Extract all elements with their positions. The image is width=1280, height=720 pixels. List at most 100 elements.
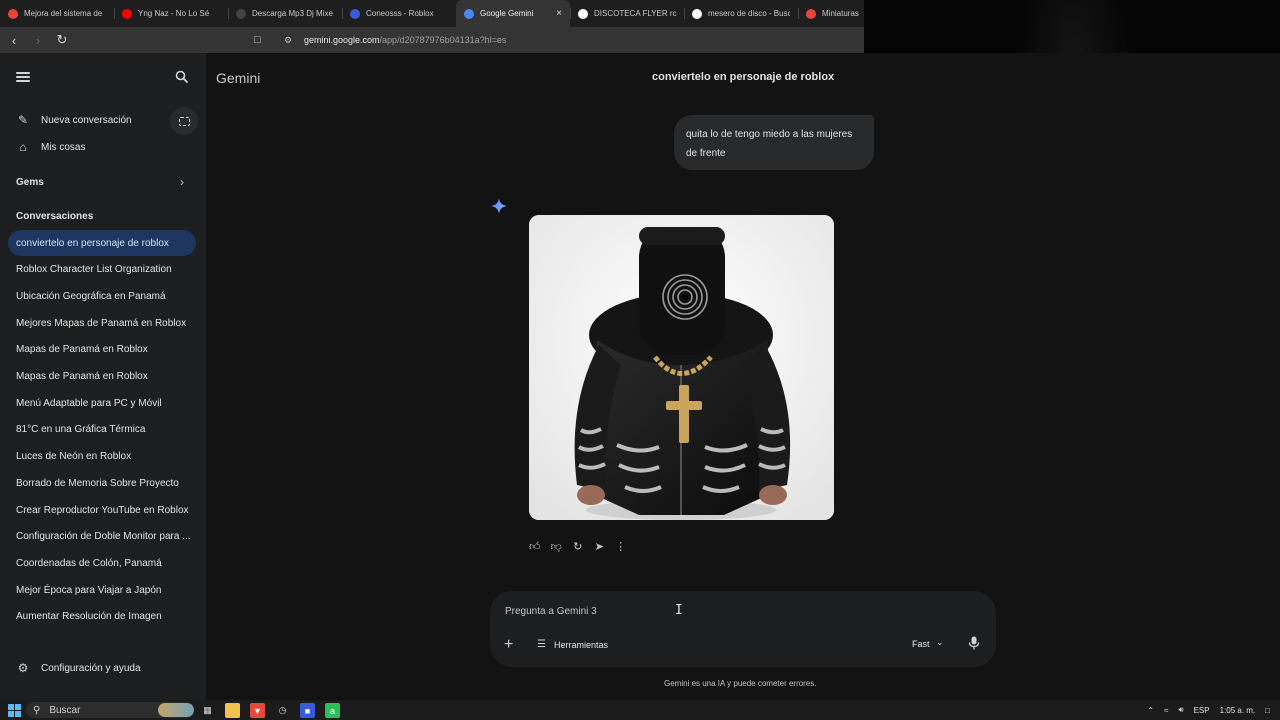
- my-stuff-button[interactable]: ⌂ Mis cosas: [8, 134, 196, 160]
- conversation-title: Luces de Neón en Roblox: [16, 451, 132, 463]
- tools-label: Herramientas: [554, 639, 609, 650]
- settings-label: Configuración y ayuda: [41, 662, 141, 674]
- conversation-item[interactable]: Mejores Mapas de Panamá en Roblox: [8, 310, 196, 336]
- browser-tab[interactable]: mesero de disco - Busc: [684, 0, 798, 27]
- conversation-item[interactable]: Menú Adaptable para PC y Móvil: [8, 390, 196, 416]
- conversation-title: 81°C en una Gráfica Térmica: [16, 424, 146, 436]
- add-attachment-button[interactable]: +: [504, 636, 513, 654]
- conversation-item[interactable]: Mapas de Panamá en Roblox: [8, 364, 196, 390]
- taskbar-search-label: Buscar: [49, 704, 81, 716]
- google-icon: [578, 8, 588, 19]
- prompt-composer[interactable]: Pregunta a Gemini 3 I + ☰ Herramientas F…: [490, 591, 996, 667]
- new-chat-label: Nueva conversación: [41, 114, 132, 126]
- microphone-icon[interactable]: [968, 636, 980, 650]
- regenerate-icon[interactable]: ↻: [567, 539, 589, 553]
- green-app-icon[interactable]: a: [325, 703, 340, 718]
- browser-tab-strip: Mejora del sistema de Yng Naz - No Lo Sé D…: [0, 0, 864, 27]
- gemini-icon: [464, 8, 474, 19]
- browser-tab[interactable]: Google Gemini ×: [456, 0, 570, 27]
- response-actions: 👍︎ 👎︎ ↻ ➤ ⋮: [524, 539, 632, 553]
- settings-help-button[interactable]: ⚙ Configuración y ayuda: [8, 655, 196, 681]
- tools-button[interactable]: ☰ Herramientas: [537, 639, 608, 650]
- more-vertical-icon[interactable]: ⋮: [610, 539, 632, 553]
- conversation-item[interactable]: conviertelo en personaje de roblox: [8, 230, 196, 256]
- chat-main: Gemini conviertelo en personaje de roblo…: [206, 53, 1280, 700]
- browser-tab[interactable]: Descarga Mp3 Dj Mixe: [228, 0, 342, 27]
- conversation-title: Aumentar Resolución de Imagen: [16, 611, 162, 623]
- mode-selector[interactable]: Fast: [912, 639, 930, 649]
- reload-button[interactable]: ↻: [52, 30, 72, 50]
- back-button[interactable]: ‹: [4, 30, 24, 50]
- conversation-item[interactable]: Roblox Character List Organization: [8, 257, 196, 283]
- clock-time[interactable]: 1:05 a. m.: [1220, 706, 1256, 715]
- browser-tab[interactable]: Yng Naz - No Lo Sé: [114, 0, 228, 27]
- forward-button[interactable]: ›: [28, 30, 48, 50]
- conversation-item[interactable]: Borrado de Memoria Sobre Proyecto: [8, 470, 196, 496]
- chevron-right-icon[interactable]: ›: [180, 175, 184, 189]
- conversation-title: Borrado de Memoria Sobre Proyecto: [16, 477, 179, 489]
- roblox-studio-icon[interactable]: ■: [300, 703, 315, 718]
- taskbar-search[interactable]: ⚲ Buscar: [26, 702, 194, 718]
- bookmark-icon[interactable]: □: [254, 34, 270, 46]
- task-view-icon[interactable]: ▦: [200, 703, 215, 718]
- share-icon[interactable]: ➤: [589, 539, 611, 553]
- brave-browser-icon[interactable]: ▼: [250, 703, 265, 718]
- chevron-up-icon[interactable]: ⌃: [1147, 706, 1154, 715]
- google-icon: [692, 8, 702, 19]
- language-indicator[interactable]: ESP: [1194, 706, 1210, 715]
- windows-start-icon[interactable]: [8, 703, 21, 717]
- thumbs-down-icon[interactable]: 👎︎: [546, 539, 568, 553]
- url-path: /app/d20787976b04131a?hl=es: [379, 35, 507, 45]
- address-bar[interactable]: □ ⚙ gemini.google.com/app/d20787976b0413…: [254, 31, 864, 49]
- temporary-chat-button[interactable]: [170, 107, 198, 135]
- conversation-item[interactable]: Mejor Época para Viajar a Japón: [8, 577, 196, 603]
- conversation-item[interactable]: 81°C en una Gráfica Térmica: [8, 417, 196, 443]
- search-highlight-image: [158, 703, 194, 717]
- sliders-icon: ☰: [537, 639, 546, 650]
- conversation-title: Ubicación Geográfica en Panamá: [16, 290, 166, 302]
- new-chat-button[interactable]: ✎ Nueva conversación: [8, 107, 196, 133]
- conversation-item[interactable]: Crear Reproductor YouTube en Roblox: [8, 497, 196, 523]
- browser-tab[interactable]: Miniaturas: [798, 0, 864, 27]
- edit-icon: ✎: [17, 113, 29, 127]
- browser-tab[interactable]: DISCOTECA FLYER robl: [570, 0, 684, 27]
- puzzle-icon: [8, 8, 18, 19]
- conversation-item[interactable]: Luces de Neón en Roblox: [8, 444, 196, 470]
- conversation-item[interactable]: Ubicación Geográfica en Panamá: [8, 283, 196, 309]
- chat-title: conviertelo en personaje de roblox: [652, 71, 835, 83]
- generated-image[interactable]: [529, 215, 834, 520]
- conversation-title: Mejor Época para Viajar a Japón: [16, 584, 162, 596]
- conversation-title: conviertelo en personaje de roblox: [16, 237, 169, 249]
- chevron-down-icon[interactable]: ⌄: [936, 637, 944, 648]
- conversation-item[interactable]: Mapas de Panamá en Roblox: [8, 337, 196, 363]
- site-info-icon[interactable]: ⚙: [284, 35, 298, 46]
- gems-link[interactable]: Gems: [16, 177, 44, 188]
- browser-tab[interactable]: Mejora del sistema de: [0, 0, 114, 27]
- conversation-item[interactable]: Coordenadas de Colón, Panamá: [8, 550, 196, 576]
- network-icon[interactable]: ≈: [1164, 706, 1168, 715]
- conversation-title: Configuración de Doble Monitor para ...: [16, 531, 191, 543]
- conversation-item[interactable]: Configuración de Doble Monitor para ...: [8, 524, 196, 550]
- text-cursor-icon: I: [675, 603, 683, 618]
- conversation-item[interactable]: Aumentar Resolución de Imagen: [8, 604, 196, 630]
- tab-title: Miniaturas: [822, 9, 859, 18]
- search-icon[interactable]: [175, 70, 189, 84]
- music-icon: [236, 8, 246, 19]
- speaker-icon[interactable]: 🔊︎: [1179, 705, 1184, 715]
- close-tab-icon[interactable]: ×: [556, 8, 562, 19]
- browser-tab[interactable]: Coneosss - Roblox: [342, 0, 456, 27]
- gemini-logo-text[interactable]: Gemini: [216, 70, 260, 86]
- prompt-input[interactable]: Pregunta a Gemini 3: [505, 606, 597, 617]
- thumbs-up-icon[interactable]: 👍︎: [524, 539, 546, 553]
- hamburger-menu-icon[interactable]: [16, 72, 30, 84]
- tab-title: Descarga Mp3 Dj Mixe: [252, 9, 333, 18]
- user-message-bubble: quita lo de tengo miedo a las mujeres de…: [674, 115, 874, 170]
- conversation-title: Menú Adaptable para PC y Móvil: [16, 397, 162, 409]
- sidebar: ✎ Nueva conversación ⌂ Mis cosas Gems › …: [0, 53, 206, 700]
- gear-icon: ⚙: [17, 661, 29, 675]
- sidebar-header: [0, 67, 206, 89]
- notification-icon[interactable]: □: [1265, 706, 1270, 715]
- file-explorer-icon[interactable]: [225, 703, 240, 718]
- clock-app-icon[interactable]: ◷: [275, 703, 290, 718]
- taskbar-apps: ▦ ▼ ◷ ■ a: [200, 703, 350, 718]
